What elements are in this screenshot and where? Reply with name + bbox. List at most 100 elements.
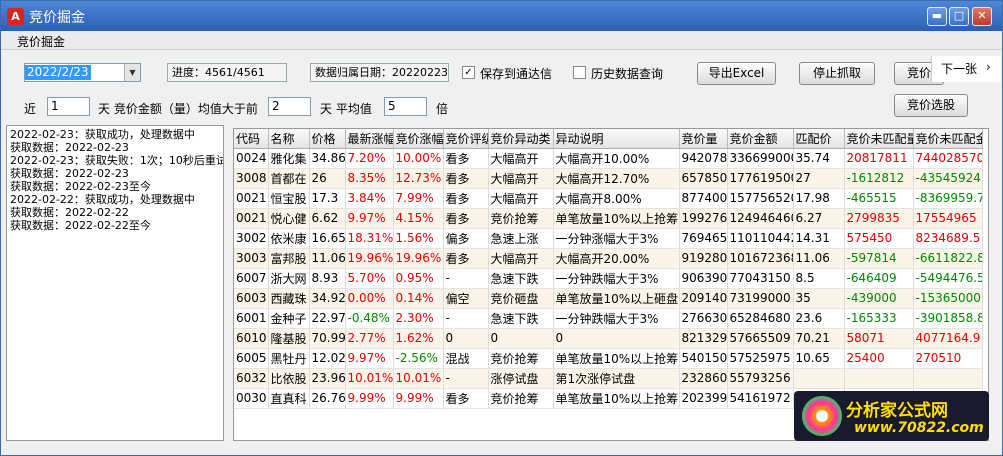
close-button[interactable]: ✕ [972,7,992,26]
multiple-input[interactable]: 5 [384,97,427,116]
table-row[interactable]: 6032 比依股 23.96 10.01% 10.01% - 涨停试盘 第1次涨停试盘 2328… [234,368,983,389]
app-icon: A [7,8,24,25]
log-panel[interactable]: 2022-02-23：获取成功，处理数据中 获取数据：2022-02-23 2022… [6,125,224,441]
table-row[interactable]: 0021 恒宝股 17.3 3.84% 7.99% 看多 大幅高开 大幅高开8.00% 8774… [234,188,983,209]
table-cell: -0.48% [345,308,394,329]
prev-days-input[interactable]: 2 [268,97,311,116]
table-row[interactable]: 0024 雅化集 34.86 7.20% 10.00% 看多 大幅高开 大幅高开10.00% 9… [234,148,983,169]
table-cell: 19.96% [393,248,444,269]
table-cell: 4077164.9 [913,328,983,349]
table-cell: -3901858.8 [913,308,983,329]
table-row[interactable]: 3008 首都在 26 8.35% 12.73% 看多 大幅高开 大幅高开12.70% 6578… [234,168,983,189]
column-header[interactable]: 竞价未匹配金 [913,129,983,149]
table-cell: 看多 [443,148,489,169]
table-cell: 3008 [234,168,269,189]
table-cell: 西藏珠 [268,288,310,309]
date-value: 2022/2/23 [25,65,91,80]
save-checkbox[interactable]: ✓ [462,66,475,79]
column-header[interactable]: 价格 [309,129,346,149]
table-cell: 大幅高开 [488,248,554,269]
stop-fetch-button[interactable]: 停止抓取 [799,62,875,85]
chevron-down-icon[interactable]: ▼ [124,64,140,81]
table-cell: -1612812 [844,168,914,189]
table-cell: 232860 [679,368,728,389]
bid-select-button[interactable]: 竞价选股 [894,94,968,117]
table-cell: 25400 [844,348,914,369]
minimize-button[interactable]: ▬ [927,7,947,26]
table-cell: 2.77% [345,328,394,349]
log-line: 获取数据：2022-02-22至今 [10,219,151,232]
table-cell: 0021 [234,208,269,229]
title-bar[interactable]: A 竞价掘金 ▬ □ ✕ [1,1,1002,31]
table-row[interactable]: 6003 西藏珠 34.92 0.00% 0.14% 偏空 竞价砸盘 单笔放量10%以上砸盘 2… [234,288,983,309]
table-cell: 18.31% [345,228,394,249]
table-cell: -646409 [844,268,914,289]
table-cell: 大幅高开 [488,148,554,169]
table-cell: 0 [443,328,489,349]
table-cell: 直真科 [268,388,310,409]
table-cell: 大幅高开10.00% [553,148,680,169]
column-header[interactable]: 竞价未匹配量 [844,129,914,149]
column-header[interactable]: 竞价评级 [443,129,489,149]
table-cell: 1.62% [393,328,444,349]
table-cell: 54161972 [727,388,794,409]
table-cell: 209140 [679,288,728,309]
table-cell: -6611822.8 [913,248,983,269]
table-cell: 5.70% [345,268,394,289]
column-header[interactable]: 竞价量 [679,129,728,149]
avg-suffix: 天 平均值 [320,102,372,116]
table-cell: 55793256 [727,368,794,389]
table-cell: 65284680 [727,308,794,329]
maximize-button[interactable]: □ [949,7,969,26]
next-page-overlay[interactable]: 下一张 › [931,56,1001,82]
table-cell: 16.65 [309,228,346,249]
recent-prefix: 近 [24,102,37,116]
menu-item-main[interactable]: 竞价掘金 [17,33,65,50]
log-line: 获取数据：2022-02-23 [10,167,129,180]
table-row[interactable]: 0021 悦心健 6.62 9.97% 4.15% 看多 竞价抢筹 单笔放量10%以上抢筹 19… [234,208,983,229]
column-header[interactable]: 匹配价 [793,129,845,149]
table-cell: 11.06 [309,248,346,269]
column-header[interactable]: 竞价异动类 [488,129,554,149]
table-cell: 124946460 [727,208,794,229]
table-cell [913,368,983,389]
data-date-display: 数据归属日期：20220223 [310,63,449,82]
table-cell: 77043150 [727,268,794,289]
table-cell: 看多 [443,208,489,229]
column-header[interactable]: 竞价涨幅 [393,129,444,149]
table-cell: 9.97% [345,208,394,229]
column-header[interactable]: 异动说明 [553,129,680,149]
date-select[interactable]: 2022/2/23 ▼ [24,63,141,82]
table-cell: - [443,368,489,389]
table-row[interactable]: 6001 金种子 22.97 -0.48% 2.30% - 急速下跌 一分钟跌幅大于3% 276… [234,308,983,329]
chevron-right-icon[interactable]: › [986,60,991,74]
table-cell: -2.56% [393,348,444,369]
table-cell: 4.15% [393,208,444,229]
table-cell: 58071 [844,328,914,349]
recent-days-input[interactable]: 1 [47,97,90,116]
table-row[interactable]: 6010 隆基股 70.99 2.77% 1.62% 0 0 0 821329 57665509 7… [234,328,983,349]
table-row[interactable]: 6007 浙大网 8.93 5.70% 0.95% - 急速下跌 一分钟跌幅大于3% 90639… [234,268,983,289]
log-line: 2022-02-22：获取成功，处理数据中 [10,193,195,206]
table-cell: 悦心健 [268,208,310,229]
table-cell: 877400 [679,188,728,209]
history-checkbox[interactable] [573,66,586,79]
table-row[interactable]: 3003 富邦股 11.06 19.96% 19.96% 看多 大幅高开 大幅高开20.00%… [234,248,983,269]
column-header[interactable]: 代码 [234,129,269,149]
table-row[interactable]: 6005 黑牡丹 12.02 9.97% -2.56% 混战 竞价抢筹 单笔放量10%以上抢筹… [234,348,983,369]
column-header[interactable]: 名称 [268,129,310,149]
column-header[interactable]: 竞价金额 [727,129,794,149]
table-row[interactable]: 3002 依米康 16.65 18.31% 1.56% 偏多 急速上涨 一分钟涨幅大于3% 76… [234,228,983,249]
table-cell: 575450 [844,228,914,249]
column-header[interactable]: 最新涨幅 [345,129,394,149]
table-cell: 急速下跌 [488,308,554,329]
next-page-label[interactable]: 下一张 [941,60,977,77]
table-cell: 8.35% [345,168,394,189]
table-cell: 14.31 [793,228,845,249]
table-cell: 大幅高开20.00% [553,248,680,269]
export-excel-button[interactable]: 导出Excel [697,62,776,85]
table-cell: 821329 [679,328,728,349]
log-line: 2022-02-23：获取失败：1次；10秒后重试 [10,154,224,167]
site-logo: 分析家公式网 www.70822.com [794,391,989,441]
table-cell: 11.06 [793,248,845,269]
